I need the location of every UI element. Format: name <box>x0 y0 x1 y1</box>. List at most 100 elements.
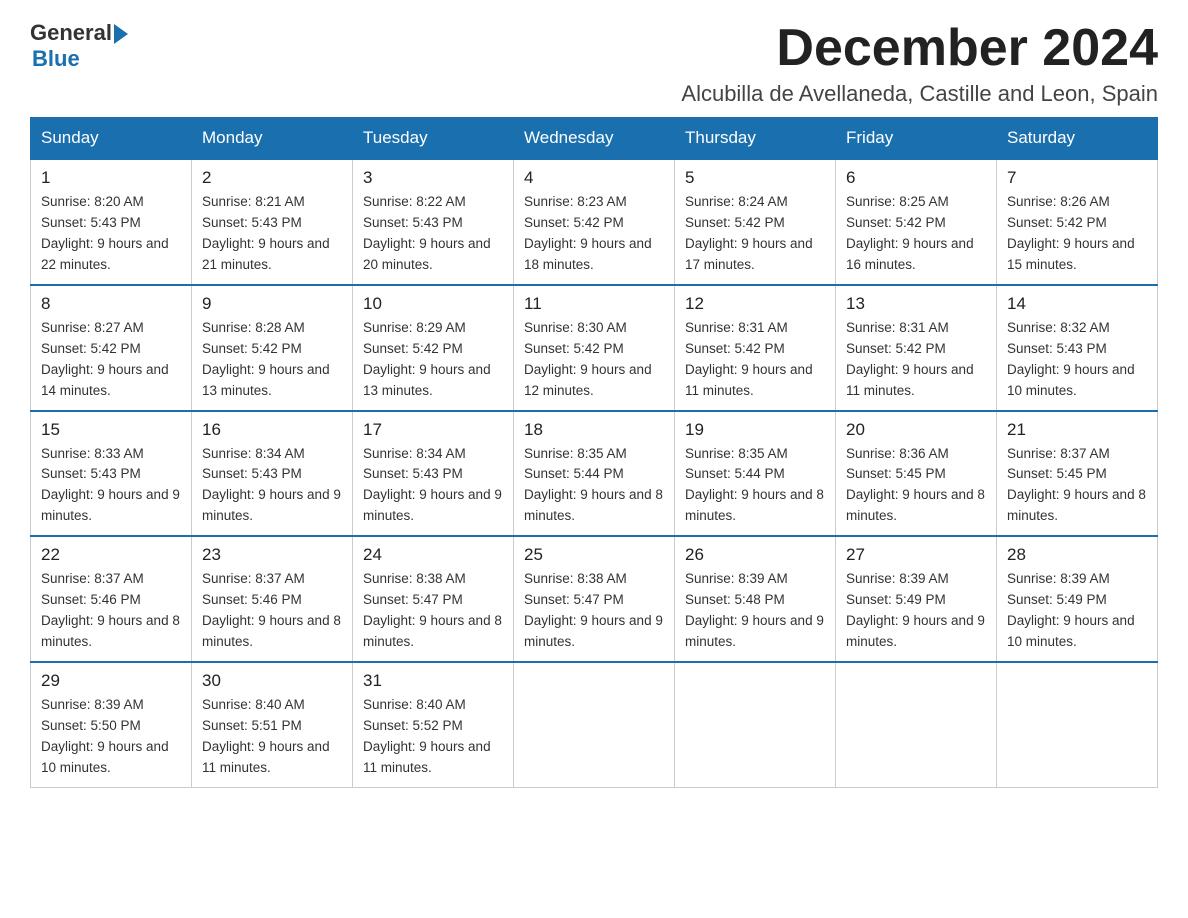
day-number: 12 <box>685 294 825 314</box>
calendar-week-row: 29 Sunrise: 8:39 AMSunset: 5:50 PMDaylig… <box>31 662 1158 787</box>
calendar-cell: 10 Sunrise: 8:29 AMSunset: 5:42 PMDaylig… <box>353 285 514 411</box>
calendar-cell: 25 Sunrise: 8:38 AMSunset: 5:47 PMDaylig… <box>514 536 675 662</box>
logo: General Blue <box>30 20 128 72</box>
calendar-cell <box>675 662 836 787</box>
day-number: 10 <box>363 294 503 314</box>
logo-general: General <box>30 20 112 46</box>
calendar-cell: 5 Sunrise: 8:24 AMSunset: 5:42 PMDayligh… <box>675 159 836 285</box>
page-header: General Blue December 2024 Alcubilla de … <box>30 20 1158 107</box>
day-number: 22 <box>41 545 181 565</box>
calendar-header: Sunday Monday Tuesday Wednesday Thursday… <box>31 118 1158 160</box>
day-number: 19 <box>685 420 825 440</box>
calendar-cell: 24 Sunrise: 8:38 AMSunset: 5:47 PMDaylig… <box>353 536 514 662</box>
calendar-cell: 9 Sunrise: 8:28 AMSunset: 5:42 PMDayligh… <box>192 285 353 411</box>
calendar-cell: 2 Sunrise: 8:21 AMSunset: 5:43 PMDayligh… <box>192 159 353 285</box>
day-info: Sunrise: 8:37 AMSunset: 5:46 PMDaylight:… <box>41 569 181 653</box>
day-info: Sunrise: 8:39 AMSunset: 5:50 PMDaylight:… <box>41 695 181 779</box>
calendar-cell: 28 Sunrise: 8:39 AMSunset: 5:49 PMDaylig… <box>997 536 1158 662</box>
calendar-cell: 4 Sunrise: 8:23 AMSunset: 5:42 PMDayligh… <box>514 159 675 285</box>
calendar-cell: 6 Sunrise: 8:25 AMSunset: 5:42 PMDayligh… <box>836 159 997 285</box>
calendar-week-row: 15 Sunrise: 8:33 AMSunset: 5:43 PMDaylig… <box>31 411 1158 537</box>
day-number: 16 <box>202 420 342 440</box>
calendar-cell: 20 Sunrise: 8:36 AMSunset: 5:45 PMDaylig… <box>836 411 997 537</box>
calendar-cell: 27 Sunrise: 8:39 AMSunset: 5:49 PMDaylig… <box>836 536 997 662</box>
logo-triangle-icon <box>114 24 128 44</box>
day-number: 27 <box>846 545 986 565</box>
day-info: Sunrise: 8:32 AMSunset: 5:43 PMDaylight:… <box>1007 318 1147 402</box>
calendar-cell: 16 Sunrise: 8:34 AMSunset: 5:43 PMDaylig… <box>192 411 353 537</box>
title-block: December 2024 Alcubilla de Avellaneda, C… <box>681 20 1158 107</box>
day-number: 26 <box>685 545 825 565</box>
calendar-cell: 23 Sunrise: 8:37 AMSunset: 5:46 PMDaylig… <box>192 536 353 662</box>
calendar-cell: 13 Sunrise: 8:31 AMSunset: 5:42 PMDaylig… <box>836 285 997 411</box>
header-monday: Monday <box>192 118 353 160</box>
day-number: 21 <box>1007 420 1147 440</box>
day-number: 4 <box>524 168 664 188</box>
calendar-table: Sunday Monday Tuesday Wednesday Thursday… <box>30 117 1158 787</box>
calendar-body: 1 Sunrise: 8:20 AMSunset: 5:43 PMDayligh… <box>31 159 1158 787</box>
calendar-cell: 21 Sunrise: 8:37 AMSunset: 5:45 PMDaylig… <box>997 411 1158 537</box>
day-number: 9 <box>202 294 342 314</box>
calendar-cell: 26 Sunrise: 8:39 AMSunset: 5:48 PMDaylig… <box>675 536 836 662</box>
month-title: December 2024 <box>681 20 1158 77</box>
day-number: 20 <box>846 420 986 440</box>
header-friday: Friday <box>836 118 997 160</box>
day-info: Sunrise: 8:22 AMSunset: 5:43 PMDaylight:… <box>363 192 503 276</box>
location-title: Alcubilla de Avellaneda, Castille and Le… <box>681 81 1158 107</box>
day-number: 15 <box>41 420 181 440</box>
day-number: 24 <box>363 545 503 565</box>
header-tuesday: Tuesday <box>353 118 514 160</box>
header-thursday: Thursday <box>675 118 836 160</box>
day-info: Sunrise: 8:34 AMSunset: 5:43 PMDaylight:… <box>202 444 342 528</box>
calendar-cell: 8 Sunrise: 8:27 AMSunset: 5:42 PMDayligh… <box>31 285 192 411</box>
day-info: Sunrise: 8:29 AMSunset: 5:42 PMDaylight:… <box>363 318 503 402</box>
day-number: 29 <box>41 671 181 691</box>
day-number: 14 <box>1007 294 1147 314</box>
day-number: 31 <box>363 671 503 691</box>
day-info: Sunrise: 8:37 AMSunset: 5:46 PMDaylight:… <box>202 569 342 653</box>
calendar-cell: 15 Sunrise: 8:33 AMSunset: 5:43 PMDaylig… <box>31 411 192 537</box>
day-info: Sunrise: 8:39 AMSunset: 5:48 PMDaylight:… <box>685 569 825 653</box>
day-number: 28 <box>1007 545 1147 565</box>
day-number: 11 <box>524 294 664 314</box>
day-info: Sunrise: 8:39 AMSunset: 5:49 PMDaylight:… <box>846 569 986 653</box>
day-number: 5 <box>685 168 825 188</box>
calendar-cell: 29 Sunrise: 8:39 AMSunset: 5:50 PMDaylig… <box>31 662 192 787</box>
logo-blue: Blue <box>32 46 80 71</box>
calendar-cell <box>997 662 1158 787</box>
day-info: Sunrise: 8:28 AMSunset: 5:42 PMDaylight:… <box>202 318 342 402</box>
calendar-cell: 17 Sunrise: 8:34 AMSunset: 5:43 PMDaylig… <box>353 411 514 537</box>
day-info: Sunrise: 8:40 AMSunset: 5:52 PMDaylight:… <box>363 695 503 779</box>
day-number: 3 <box>363 168 503 188</box>
day-number: 25 <box>524 545 664 565</box>
weekday-header-row: Sunday Monday Tuesday Wednesday Thursday… <box>31 118 1158 160</box>
calendar-cell: 3 Sunrise: 8:22 AMSunset: 5:43 PMDayligh… <box>353 159 514 285</box>
day-number: 7 <box>1007 168 1147 188</box>
day-number: 6 <box>846 168 986 188</box>
day-number: 1 <box>41 168 181 188</box>
calendar-week-row: 1 Sunrise: 8:20 AMSunset: 5:43 PMDayligh… <box>31 159 1158 285</box>
day-info: Sunrise: 8:30 AMSunset: 5:42 PMDaylight:… <box>524 318 664 402</box>
day-number: 17 <box>363 420 503 440</box>
day-info: Sunrise: 8:34 AMSunset: 5:43 PMDaylight:… <box>363 444 503 528</box>
day-info: Sunrise: 8:40 AMSunset: 5:51 PMDaylight:… <box>202 695 342 779</box>
header-sunday: Sunday <box>31 118 192 160</box>
calendar-week-row: 8 Sunrise: 8:27 AMSunset: 5:42 PMDayligh… <box>31 285 1158 411</box>
day-number: 18 <box>524 420 664 440</box>
day-info: Sunrise: 8:25 AMSunset: 5:42 PMDaylight:… <box>846 192 986 276</box>
calendar-week-row: 22 Sunrise: 8:37 AMSunset: 5:46 PMDaylig… <box>31 536 1158 662</box>
day-info: Sunrise: 8:35 AMSunset: 5:44 PMDaylight:… <box>524 444 664 528</box>
calendar-cell <box>514 662 675 787</box>
day-info: Sunrise: 8:26 AMSunset: 5:42 PMDaylight:… <box>1007 192 1147 276</box>
day-number: 30 <box>202 671 342 691</box>
day-info: Sunrise: 8:24 AMSunset: 5:42 PMDaylight:… <box>685 192 825 276</box>
day-number: 2 <box>202 168 342 188</box>
day-info: Sunrise: 8:39 AMSunset: 5:49 PMDaylight:… <box>1007 569 1147 653</box>
calendar-cell: 31 Sunrise: 8:40 AMSunset: 5:52 PMDaylig… <box>353 662 514 787</box>
day-number: 13 <box>846 294 986 314</box>
calendar-cell: 12 Sunrise: 8:31 AMSunset: 5:42 PMDaylig… <box>675 285 836 411</box>
calendar-cell: 7 Sunrise: 8:26 AMSunset: 5:42 PMDayligh… <box>997 159 1158 285</box>
day-number: 23 <box>202 545 342 565</box>
day-info: Sunrise: 8:38 AMSunset: 5:47 PMDaylight:… <box>524 569 664 653</box>
day-info: Sunrise: 8:33 AMSunset: 5:43 PMDaylight:… <box>41 444 181 528</box>
